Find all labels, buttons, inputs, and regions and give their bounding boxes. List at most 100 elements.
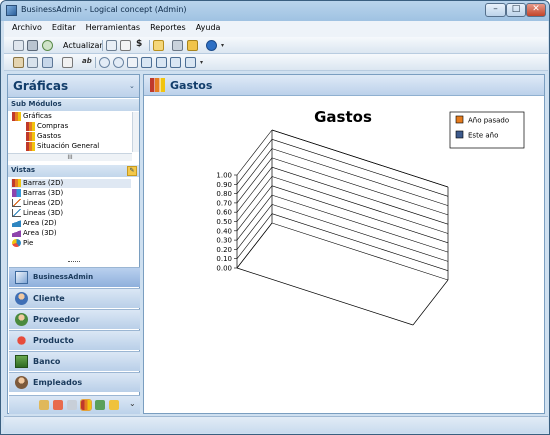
title-bar[interactable]: BusinessAdmin - Logical concept (Admin) … — [1, 1, 549, 21]
chart-copy-icon[interactable] — [42, 57, 53, 68]
toolbar-overflow-chevron-icon[interactable]: ▾ — [200, 59, 203, 66]
rotate-right-icon[interactable] — [156, 57, 167, 68]
nav-banco[interactable]: Banco — [9, 351, 140, 371]
vista-pie[interactable]: Pie — [11, 239, 33, 248]
chart-data-icon[interactable] — [13, 57, 24, 68]
menu-reportes[interactable]: Reportes — [145, 21, 191, 32]
settings-icon[interactable] — [39, 400, 49, 410]
zoom-out-icon[interactable] — [113, 57, 124, 68]
submodules-horizontal-scrollbar[interactable]: III — [8, 153, 132, 161]
finance-icon[interactable] — [95, 400, 105, 410]
toolbar-separator — [102, 40, 103, 51]
clipboard-icon[interactable] — [153, 40, 164, 51]
vista-barras-3d[interactable]: Barras (3D) — [11, 189, 63, 198]
line-chart-2d-icon — [12, 199, 21, 207]
vista-lineas-2d[interactable]: Lineas (2D) — [11, 199, 63, 208]
submodules-vertical-scrollbar[interactable] — [132, 112, 139, 152]
y-tick-label: 0.20 — [216, 246, 232, 254]
document-icon[interactable] — [67, 400, 77, 410]
tree-root-label: Gráficas — [23, 112, 52, 120]
rotate-up-icon[interactable] — [170, 57, 181, 68]
chart: Gastos1.000.900.800.700.600.500.400.300.… — [216, 108, 525, 326]
chart-icon — [26, 132, 35, 141]
tree-item-situacion-general[interactable]: Situación General — [24, 142, 99, 151]
nav-overflow-bar: ⌄ — [9, 395, 140, 414]
y-tick-label: 0.50 — [216, 218, 232, 226]
panel-header: Gráficas ⌄ — [8, 75, 139, 98]
print-preview-icon[interactable] — [13, 40, 24, 51]
tree-item-compras[interactable]: Compras — [24, 122, 68, 131]
minimize-button[interactable]: – — [485, 3, 506, 17]
bar-chart-3d-icon — [12, 189, 21, 197]
nav-businessadmin[interactable]: BusinessAdmin — [9, 267, 140, 287]
gridline — [271, 148, 449, 206]
refresh-icon[interactable] — [42, 40, 53, 51]
tree-item-gastos[interactable]: Gastos — [24, 132, 61, 141]
menu-archivo[interactable]: Archivo — [4, 21, 47, 32]
nav-cliente[interactable]: Cliente — [9, 288, 140, 308]
calculator-icon[interactable] — [106, 40, 117, 51]
lock-icon[interactable] — [187, 40, 198, 51]
info-icon[interactable] — [206, 40, 217, 51]
gridline — [271, 139, 449, 197]
menu-herramientas[interactable]: Herramientas — [81, 21, 146, 32]
vista-area-2d[interactable]: Area (2D) — [11, 219, 57, 228]
close-button[interactable]: ✕ — [526, 3, 546, 17]
splitter-grip[interactable] — [68, 261, 80, 263]
chart-area[interactable]: Gastos 1.00 0.90 0.80 0.70 0.60 0.50 0.40 0.30 0.… — [144, 97, 544, 413]
gridline-depth — [236, 204, 273, 250]
rotate-down-icon[interactable] — [185, 57, 196, 68]
area-chart-3d-icon — [12, 229, 21, 237]
nav-label: Empleados — [33, 378, 83, 387]
vista-lineas-3d[interactable]: Lineas (3D) — [11, 209, 63, 218]
report-icon[interactable] — [53, 400, 63, 410]
database-icon[interactable] — [109, 400, 119, 410]
legend-swatch — [455, 115, 464, 124]
rotate-left-icon[interactable] — [141, 57, 152, 68]
status-bar — [4, 416, 548, 433]
currency-button[interactable]: $ — [136, 39, 142, 49]
menu-ayuda[interactable]: Ayuda — [191, 21, 226, 32]
chart-labels-button[interactable]: ab — [82, 57, 92, 65]
y-tick-label: 0.30 — [216, 237, 232, 245]
menu-bar: Archivo Editar Herramientas Reportes Ayuda — [4, 21, 548, 37]
tools-icon[interactable] — [172, 40, 183, 51]
vista-barras-2d[interactable]: Barras (2D) — [11, 179, 131, 188]
tree-root-graficas[interactable]: Gráficas — [11, 112, 52, 121]
gridline-depth — [236, 222, 273, 269]
y-tick-label: 0.00 — [216, 265, 232, 273]
chart-icon — [12, 112, 21, 121]
legend-label: Este año — [468, 132, 498, 140]
gridline — [271, 166, 449, 225]
gridline — [271, 157, 449, 216]
gridline-depth — [236, 167, 273, 213]
maximize-button[interactable]: □ — [506, 3, 526, 17]
nav-proveedor[interactable]: Proveedor — [9, 309, 140, 329]
print-icon[interactable] — [27, 40, 38, 51]
chart-properties-icon[interactable] — [62, 57, 73, 68]
bank-icon — [15, 355, 28, 368]
nav-producto[interactable]: Producto — [9, 330, 140, 350]
content-header: Gastos — [144, 75, 544, 96]
gridline-depth — [236, 148, 273, 194]
tree-item-label: Gastos — [37, 132, 62, 140]
document-icon[interactable] — [120, 40, 131, 51]
charts-icon[interactable] — [80, 399, 92, 411]
toolbar-separator — [149, 40, 150, 51]
refresh-button[interactable]: Actualizar — [63, 41, 103, 50]
chart-export-icon[interactable] — [27, 57, 38, 68]
overflow-chevron-icon[interactable]: ⌄ — [129, 399, 136, 408]
bar-chart-2d-icon — [12, 179, 21, 187]
vistas-pin-icon[interactable]: ✎ — [127, 166, 137, 176]
toolbar-overflow-chevron-icon[interactable]: ▾ — [221, 42, 224, 49]
vista-area-3d[interactable]: Area (3D) — [11, 229, 57, 238]
vista-label: Lineas (3D) — [23, 209, 64, 217]
nav-empleados[interactable]: Empleados — [9, 372, 140, 392]
fit-icon[interactable] — [127, 57, 138, 68]
zoom-in-icon[interactable] — [99, 57, 110, 68]
vista-label: Barras (3D) — [23, 189, 64, 197]
menu-editar[interactable]: Editar — [47, 21, 81, 32]
legend-label: Año pasado — [468, 117, 509, 125]
chevron-down-icon[interactable]: ⌄ — [129, 82, 135, 90]
vista-label: Pie — [23, 239, 34, 247]
